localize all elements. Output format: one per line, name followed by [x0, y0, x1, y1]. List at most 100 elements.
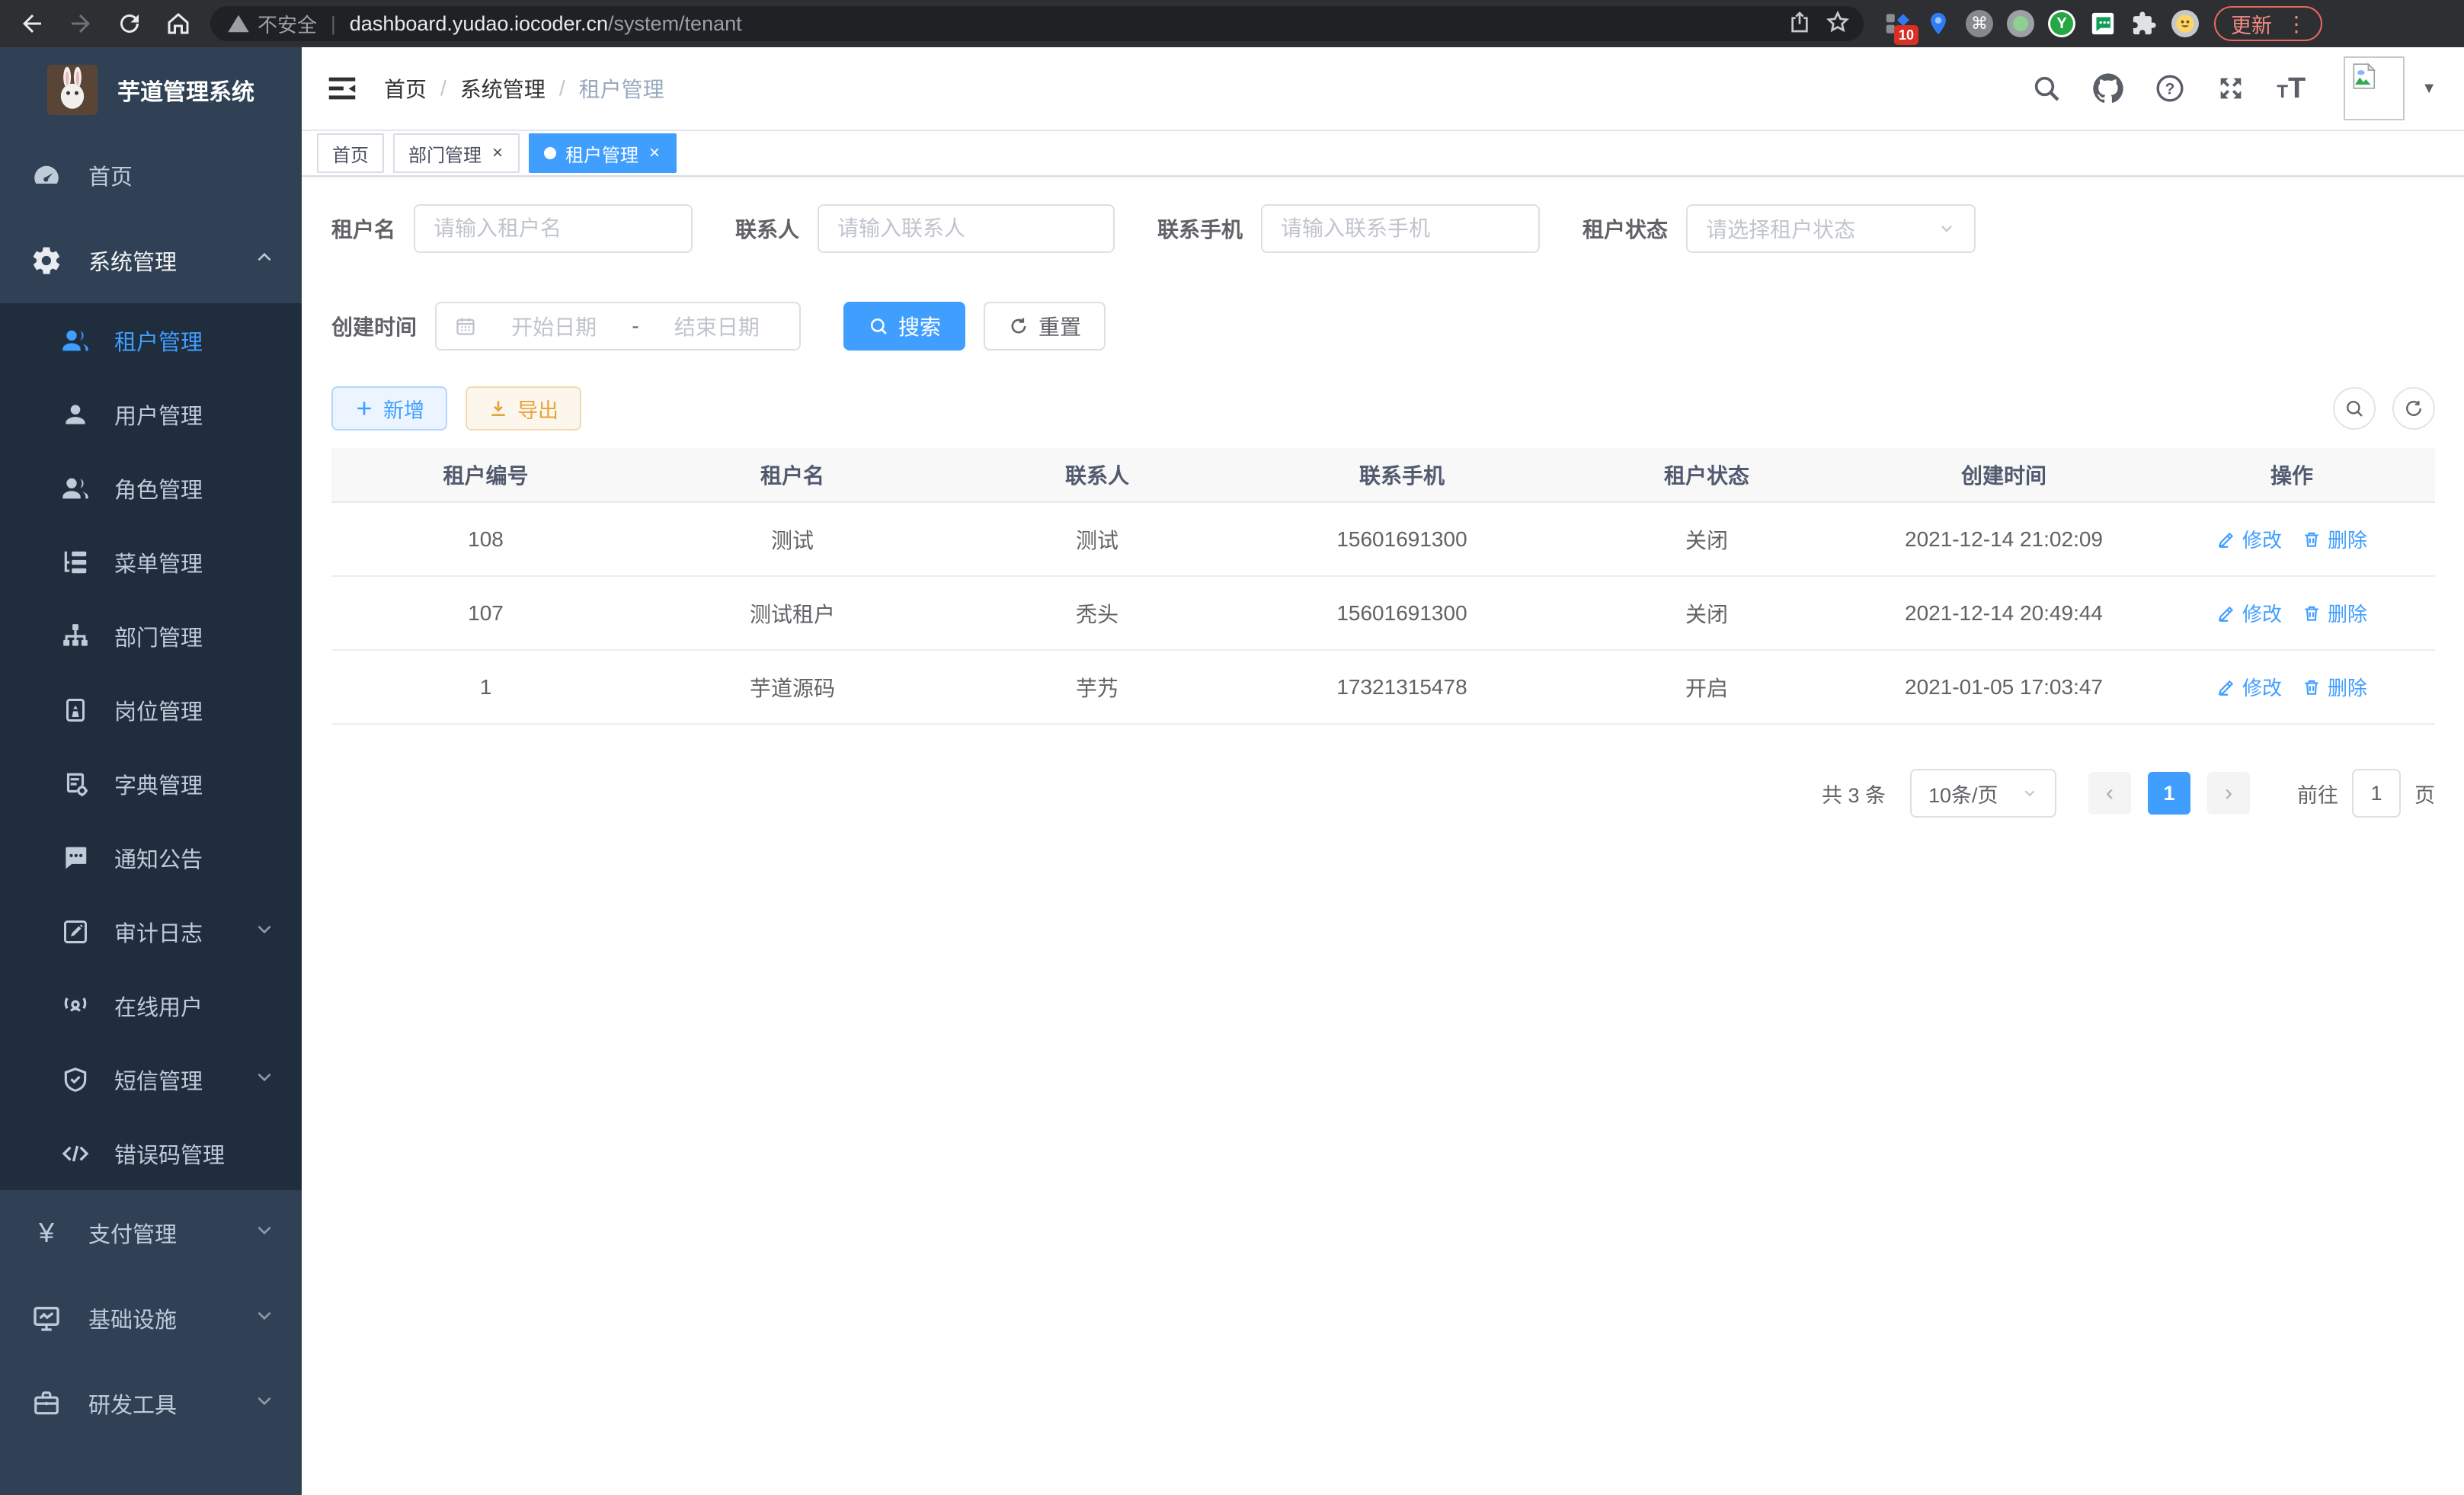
close-icon[interactable]: ×	[648, 144, 661, 162]
close-icon[interactable]: ×	[491, 144, 504, 162]
tab-dept[interactable]: 部门管理 ×	[393, 133, 520, 173]
user-icon	[58, 400, 93, 429]
status-placeholder: 请选择租户状态	[1706, 213, 1855, 244]
audit-log-icon	[58, 918, 93, 946]
prev-page-button[interactable]: ‹	[2088, 772, 2131, 815]
menu-tree-icon	[58, 548, 93, 577]
extension-chat[interactable]	[2088, 8, 2118, 39]
mobile-input[interactable]	[1281, 216, 1520, 241]
refresh-table-button[interactable]	[2392, 387, 2435, 430]
app-title: 芋道管理系统	[117, 73, 254, 107]
contact-label: 联系人	[735, 213, 799, 244]
sidebar-item-sms[interactable]: 短信管理	[0, 1042, 302, 1116]
app-logo-row[interactable]: 芋道管理系统	[0, 47, 302, 133]
breadcrumb-home[interactable]: 首页	[384, 73, 427, 104]
edit-link[interactable]: 修改	[2216, 525, 2282, 553]
sidebar-item-online-users[interactable]: 在线用户	[0, 968, 302, 1042]
sidebar-item-notice[interactable]: 通知公告	[0, 821, 302, 895]
show-search-toggle-button[interactable]	[2333, 387, 2376, 430]
sidebar-item-payment[interactable]: ¥ 支付管理	[0, 1190, 302, 1276]
date-range-picker[interactable]: 开始日期 - 结束日期	[435, 302, 801, 351]
extension-pin[interactable]	[1923, 8, 1954, 39]
goto-page-input[interactable]	[2352, 769, 2401, 818]
home-icon	[165, 10, 192, 37]
delete-link[interactable]: 删除	[2302, 673, 2367, 701]
help-button[interactable]: ?	[2155, 73, 2185, 104]
sidebar-item-menu[interactable]: 菜单管理	[0, 525, 302, 599]
browser-back-button[interactable]	[15, 7, 49, 40]
search-icon	[2344, 398, 2365, 419]
refresh-icon	[1008, 315, 1029, 337]
fullscreen-button[interactable]	[2216, 73, 2246, 104]
search-button[interactable]: 搜索	[843, 302, 965, 351]
cell-status: 开启	[1554, 672, 1859, 703]
tab-home[interactable]: 首页	[317, 133, 384, 173]
edit-link[interactable]: 修改	[2216, 599, 2282, 627]
column-header: 操作	[2149, 459, 2435, 490]
contact-input[interactable]	[837, 216, 1095, 241]
sidebar-item-dept[interactable]: 部门管理	[0, 599, 302, 673]
delete-link[interactable]: 删除	[2302, 599, 2367, 627]
sidebar-item-role[interactable]: 角色管理	[0, 451, 302, 525]
tenant-name-input[interactable]	[434, 216, 673, 241]
shield-check-icon	[58, 1065, 93, 1094]
code-icon	[58, 1138, 93, 1169]
recorder-extension-icon	[2007, 10, 2034, 37]
sidebar-item-user[interactable]: 用户管理	[0, 377, 302, 451]
extension-yudao[interactable]: Y	[2046, 8, 2077, 39]
column-header: 联系人	[945, 459, 1250, 490]
address-bar[interactable]: 不安全 | dashboard.yudao.iocoder.cn/system/…	[210, 6, 1864, 41]
page-size-select[interactable]: 10条/页	[1910, 769, 2056, 818]
browser-update-button[interactable]: 更新 ⋮	[2214, 6, 2322, 41]
extension-badge: 10	[1894, 25, 1918, 45]
sidebar-item-dev-tools[interactable]: 研发工具	[0, 1361, 302, 1446]
sidebar-item-error-code[interactable]: 错误码管理	[0, 1116, 302, 1190]
extension-tasks[interactable]: 10	[1882, 8, 1912, 39]
sidebar-item-tenant[interactable]: 租户管理	[0, 303, 302, 377]
extension-recorder[interactable]	[2005, 8, 2036, 39]
browser-reload-button[interactable]	[113, 7, 146, 40]
breadcrumb-system[interactable]: 系统管理	[460, 73, 546, 104]
sidebar-item-audit-log[interactable]: 审计日志	[0, 895, 302, 968]
tab-tenant-active[interactable]: 租户管理 ×	[529, 133, 677, 173]
tenant-users-icon	[58, 325, 93, 356]
reset-button[interactable]: 重置	[984, 302, 1106, 351]
delete-label: 删除	[2328, 599, 2367, 627]
header-search-button[interactable]	[2031, 73, 2062, 104]
search-icon	[2031, 73, 2062, 104]
update-label: 更新	[2231, 9, 2272, 39]
status-select[interactable]: 请选择租户状态	[1686, 204, 1976, 253]
browser-menu-dots-icon[interactable]: ⋮	[2280, 11, 2313, 37]
share-button[interactable]	[1787, 10, 1812, 38]
not-secure-warning-icon	[227, 12, 250, 35]
tab-label: 部门管理	[408, 140, 482, 167]
sidebar-collapse-button[interactable]	[325, 71, 360, 106]
github-link[interactable]	[2092, 72, 2124, 104]
page-number-1[interactable]: 1	[2148, 772, 2190, 815]
chevron-down-icon	[1938, 219, 1956, 238]
sidebar-item-home[interactable]: 首页	[0, 133, 302, 218]
edit-pencil-icon	[2216, 603, 2236, 623]
user-avatar-menu[interactable]: ▼	[2344, 56, 2437, 120]
font-size-button[interactable]: TT	[2277, 72, 2306, 105]
sidebar-item-dict[interactable]: 字典管理	[0, 747, 302, 821]
extension-command[interactable]: ⌘	[1964, 8, 1995, 39]
add-button[interactable]: 新增	[331, 386, 447, 431]
sidebar-item-infra[interactable]: 基础设施	[0, 1276, 302, 1361]
delete-label: 删除	[2328, 673, 2367, 701]
delete-link[interactable]: 删除	[2302, 525, 2367, 553]
browser-forward-button[interactable]	[64, 7, 98, 40]
svg-text:?: ?	[2165, 80, 2175, 98]
browser-home-button[interactable]	[162, 7, 195, 40]
system-submenu: 租户管理 用户管理 角色管理 菜单管理 部门管理	[0, 303, 302, 1190]
bookmark-star-button[interactable]	[1826, 10, 1850, 38]
sidebar-item-system[interactable]: 系统管理	[0, 218, 302, 303]
browser-profile[interactable]	[2170, 8, 2200, 39]
extensions-menu[interactable]	[2129, 8, 2159, 39]
gear-icon	[29, 245, 64, 277]
edit-link[interactable]: 修改	[2216, 673, 2282, 701]
next-page-button[interactable]: ›	[2207, 772, 2250, 815]
sidebar-item-post[interactable]: 岗位管理	[0, 673, 302, 747]
export-button[interactable]: 导出	[466, 386, 581, 431]
create-time-label: 创建时间	[331, 311, 417, 341]
